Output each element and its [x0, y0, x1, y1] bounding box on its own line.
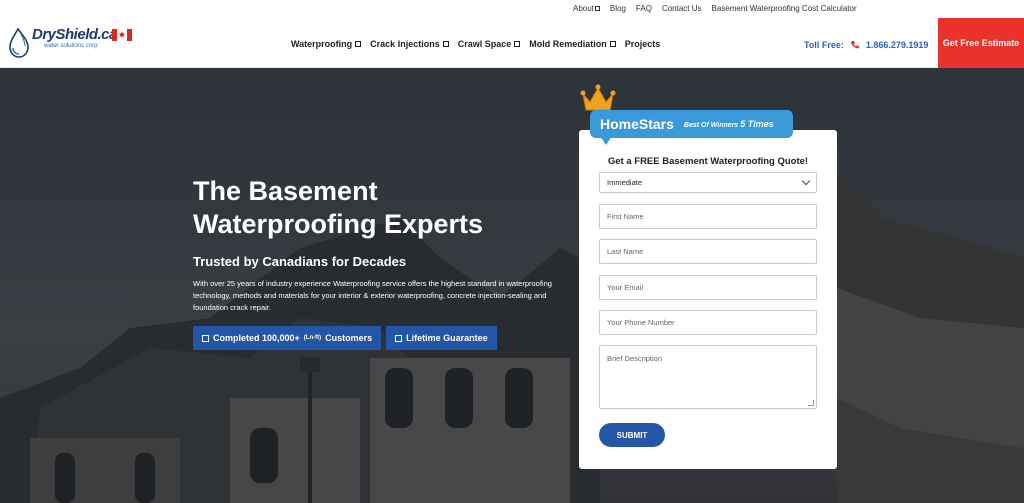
first-name-input[interactable]: First Name: [599, 204, 817, 229]
utility-bar: About Blog FAQ Contact Us Basement Water…: [0, 0, 1024, 18]
hero-description: With over 25 years of industry experienc…: [193, 279, 552, 312]
hero-subtitle: Trusted by Canadians for Decades: [193, 254, 407, 269]
site-logo[interactable]: DryShield.ca water solutions corp.: [8, 26, 132, 62]
homestars-badge: HomeStars Best Of Winners 5 Times: [578, 84, 798, 154]
check-box-icon: [395, 334, 403, 342]
homestars-name: HomeStars: [600, 116, 674, 132]
customers-badge-suffix: Customers: [325, 333, 373, 343]
last-name-input[interactable]: Last Name: [599, 239, 817, 264]
crown-icon: [580, 84, 616, 111]
dropdown-icon: [594, 6, 600, 12]
email-input[interactable]: Your Email: [599, 275, 817, 300]
hero-section: The Basement Waterproofing Experts Trust…: [0, 68, 1024, 503]
nav-crack-injections-label: Crack Injections: [370, 39, 440, 49]
description-placeholder: Brief Description: [607, 354, 663, 363]
hero-title-line-1: The Basement: [193, 176, 378, 206]
submit-button[interactable]: SUBMIT: [599, 423, 665, 447]
hero-title: The Basement Waterproofing Experts: [193, 175, 553, 241]
main-nav: Waterproofing Crack Injections Crawl Spa…: [291, 39, 660, 49]
util-link-contact[interactable]: Contact Us: [662, 4, 702, 13]
logo-tagline: water solutions corp.: [44, 43, 100, 49]
nav-crawl-space[interactable]: Crawl Space: [458, 39, 521, 49]
logo-wordmark: DryShield.ca: [32, 26, 117, 43]
phone-input[interactable]: Your Phone Number: [599, 310, 817, 335]
lifetime-guarantee-label: Lifetime Guarantee: [406, 333, 488, 343]
dropdown-icon: [609, 41, 616, 47]
nav-waterproofing[interactable]: Waterproofing: [291, 39, 362, 49]
homestars-banner: HomeStars Best Of Winners 5 Times: [590, 110, 793, 138]
canada-flag-icon: [112, 29, 132, 41]
quote-form: Get a FREE Basement Waterproofing Quote!…: [579, 130, 837, 469]
timing-select-value: Immediate: [607, 178, 643, 187]
lifetime-guarantee-badge[interactable]: Lifetime Guarantee: [386, 326, 497, 350]
toll-free-label: Toll Free:: [804, 40, 844, 50]
resize-handle-icon[interactable]: [808, 400, 814, 406]
homestars-tag: Best Of Winners 5 Times: [684, 119, 774, 129]
nav-projects-label: Projects: [624, 39, 661, 49]
util-link-about[interactable]: About: [573, 4, 600, 13]
customers-badge[interactable]: Completed 100,000+ (Ln-ft) Customers: [193, 326, 382, 350]
util-link-calculator[interactable]: Basement Waterproofing Cost Calculator: [712, 4, 857, 13]
nav-projects[interactable]: Projects: [625, 39, 661, 49]
nav-waterproofing-label: Waterproofing: [291, 39, 353, 49]
main-header: DryShield.ca water solutions corp. Water…: [0, 18, 1024, 68]
customers-badge-prefix: Completed 100,000+: [213, 333, 300, 343]
description-textarea[interactable]: Brief Description: [599, 345, 817, 409]
util-link-about-label: About: [573, 4, 594, 13]
chevron-down-icon: [801, 176, 811, 186]
get-free-estimate-button[interactable]: Get Free Estimate: [938, 18, 1024, 68]
hero-badges: Completed 100,000+ (Ln-ft) Customers Lifet…: [193, 326, 497, 350]
customers-badge-unit: (Ln-ft): [303, 335, 322, 341]
toll-free: Toll Free: 1.866.279.1919: [804, 40, 928, 50]
util-link-faq[interactable]: FAQ: [636, 4, 652, 13]
nav-crawl-space-label: Crawl Space: [457, 39, 512, 49]
dropdown-icon: [355, 41, 362, 47]
nav-mold-remediation-label: Mold Remediation: [529, 39, 607, 49]
homestars-tail: [600, 136, 612, 145]
homestars-tag-count: 5 Times: [740, 119, 774, 129]
dropdown-icon: [514, 41, 521, 47]
timing-select[interactable]: Immediate: [599, 172, 817, 193]
toll-free-number[interactable]: 1.866.279.1919: [866, 40, 929, 50]
nav-crack-injections[interactable]: Crack Injections: [370, 39, 449, 49]
utility-links: About Blog FAQ Contact Us Basement Water…: [573, 4, 857, 13]
hero-title-line-2: Waterproofing Experts: [193, 209, 484, 239]
nav-mold-remediation[interactable]: Mold Remediation: [529, 39, 616, 49]
homestars-tag-prefix: Best Of Winners: [683, 122, 739, 129]
phone-icon: [850, 41, 859, 49]
util-link-blog[interactable]: Blog: [610, 4, 626, 13]
quote-form-title: Get a FREE Basement Waterproofing Quote!: [607, 156, 809, 167]
check-box-icon: [202, 334, 209, 342]
dropdown-icon: [442, 41, 449, 47]
